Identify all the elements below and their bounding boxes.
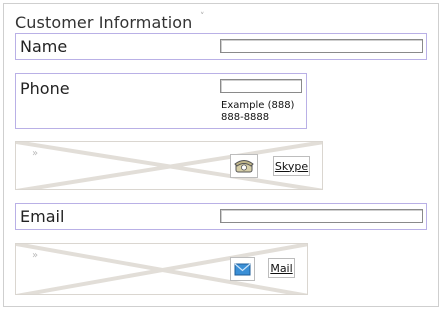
phone-label: Phone (20, 79, 70, 98)
skype-button[interactable]: Skype (273, 156, 310, 176)
mail-button[interactable]: Mail (268, 258, 295, 278)
chevron-down-icon[interactable]: ˅ (200, 12, 205, 22)
double-chevron-right-icon: » (32, 148, 39, 159)
name-input[interactable] (220, 39, 423, 53)
phone-format-hint: Example (888) 888-8888 (221, 100, 294, 124)
telephone-icon (234, 160, 254, 173)
double-chevron-right-icon: » (32, 250, 39, 261)
email-input[interactable] (220, 209, 423, 223)
email-label: Email (20, 207, 65, 226)
call-button[interactable] (230, 154, 258, 178)
email-send-button[interactable] (230, 257, 255, 281)
phone-input[interactable] (220, 79, 302, 93)
phone-hint-line-1: Example (888) (221, 100, 295, 111)
name-label: Name (20, 37, 68, 56)
email-row: Email (15, 203, 427, 230)
name-row: Name (15, 33, 427, 60)
envelope-icon (234, 263, 251, 276)
phone-hint-line-2: 888-8888 (221, 112, 270, 123)
section-title: Customer Information (15, 13, 193, 32)
phone-row: Phone Example (888) 888-8888 (15, 73, 307, 129)
placeholder-cross (16, 244, 307, 294)
email-service-placeholder: » Mail (15, 243, 308, 295)
phone-service-placeholder: » Skype (15, 141, 323, 190)
